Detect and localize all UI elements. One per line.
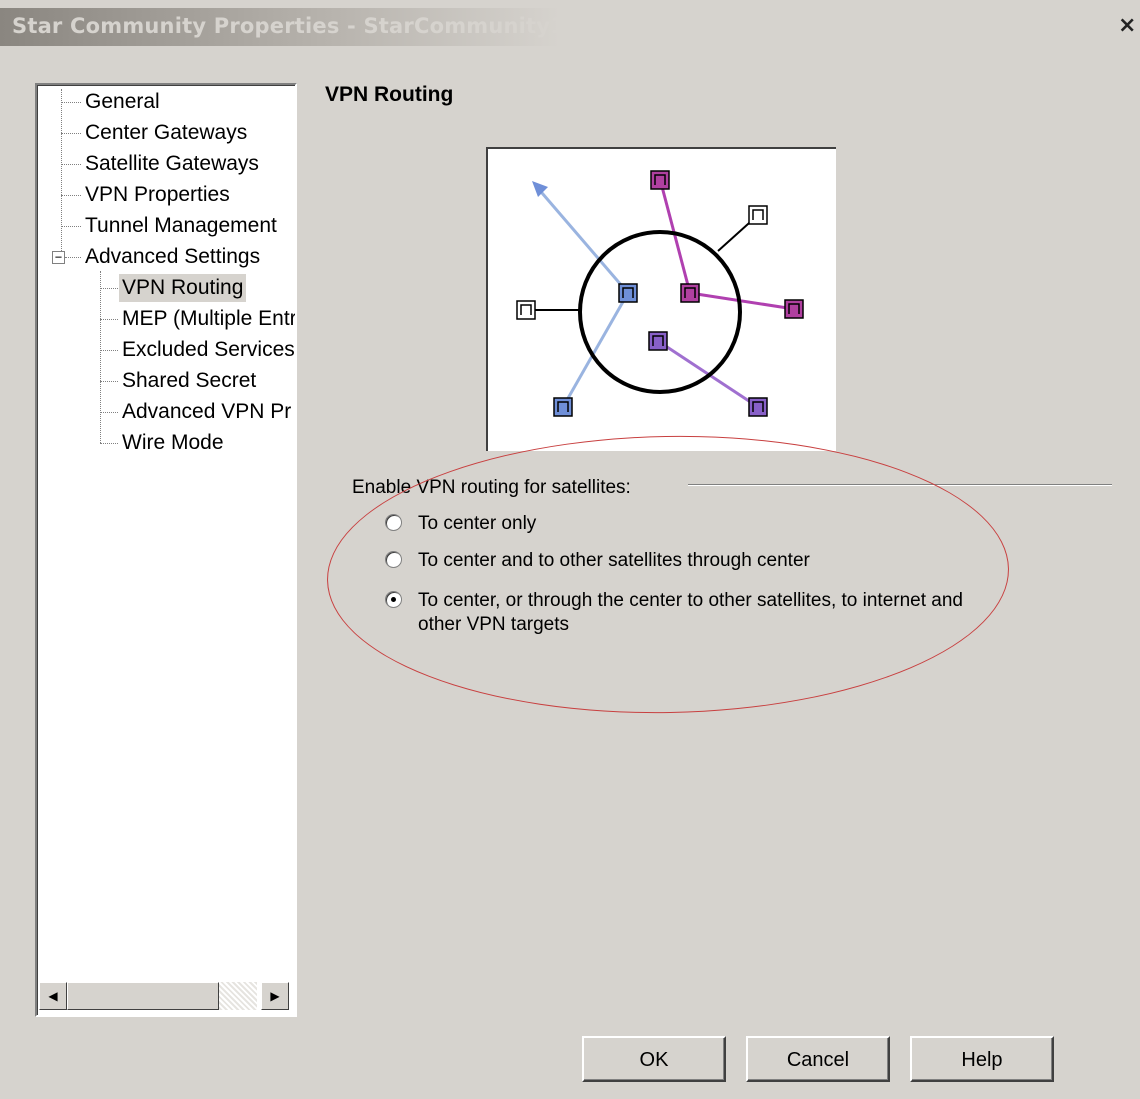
center-ring <box>578 230 742 394</box>
settings-tree[interactable]: − General Center Gateways Satellite Gate… <box>35 83 297 1017</box>
gateway-node-icon <box>748 205 768 225</box>
help-button[interactable]: Help <box>910 1036 1054 1082</box>
gateway-node-icon <box>516 300 536 320</box>
tree-item-vpn-routing[interactable]: VPN Routing <box>119 274 247 302</box>
tree-item-shared-secret[interactable]: Shared Secret <box>119 367 259 395</box>
tree-item-mep[interactable]: MEP (Multiple Entr <box>119 305 295 333</box>
cancel-button[interactable]: Cancel <box>746 1036 890 1082</box>
tree-connector <box>100 443 118 444</box>
tree-connector <box>100 288 118 289</box>
route-line <box>689 291 795 311</box>
horizontal-scrollbar[interactable]: ◀ ▶ <box>39 982 289 1010</box>
collapse-icon[interactable]: − <box>52 251 65 264</box>
scroll-right-icon[interactable]: ▶ <box>261 982 289 1010</box>
tree-connector <box>61 195 81 196</box>
tree-connector <box>61 133 81 134</box>
gateway-node-icon <box>618 283 638 303</box>
page-title: VPN Routing <box>325 83 454 106</box>
tree-item-advanced-settings[interactable]: Advanced Settings <box>82 243 263 271</box>
tree-connector <box>100 350 118 351</box>
tree-item-tunnel-management[interactable]: Tunnel Management <box>82 212 280 240</box>
tree-item-vpn-properties[interactable]: VPN Properties <box>82 181 233 209</box>
gateway-node-icon <box>748 397 768 417</box>
tree-connector <box>61 226 81 227</box>
gateway-node-icon <box>648 331 668 351</box>
highlight-annotation-ellipse <box>324 430 1012 719</box>
tree-item-center-gateways[interactable]: Center Gateways <box>82 119 250 147</box>
tree-connector <box>61 89 62 257</box>
tree-connector <box>100 271 101 443</box>
scroll-track[interactable] <box>67 982 257 1010</box>
tree-connector <box>100 412 118 413</box>
window-title: Star Community Properties - StarCommunit… <box>12 14 565 38</box>
gateway-node-icon <box>553 397 573 417</box>
tree-connector <box>100 319 118 320</box>
title-bar: Star Community Properties - StarCommunit… <box>0 0 1140 52</box>
gateway-node-icon <box>680 283 700 303</box>
tree-item-general[interactable]: General <box>82 88 163 116</box>
close-icon[interactable]: × <box>1118 12 1140 40</box>
tree-connector <box>100 381 118 382</box>
scroll-left-icon[interactable]: ◀ <box>39 982 67 1010</box>
vpn-routing-diagram <box>486 147 836 451</box>
scroll-thumb[interactable] <box>67 982 219 1010</box>
tree-item-satellite-gateways[interactable]: Satellite Gateways <box>82 150 262 178</box>
tree-item-wire-mode[interactable]: Wire Mode <box>119 429 227 457</box>
gateway-node-icon <box>650 170 670 190</box>
tree-item-excluded-services[interactable]: Excluded Services <box>119 336 295 364</box>
star-topology-illustration <box>516 170 804 417</box>
tree-connector <box>65 257 81 258</box>
arrow-head-icon <box>532 181 548 197</box>
ok-button[interactable]: OK <box>582 1036 726 1082</box>
tree-connector <box>61 164 81 165</box>
tree-item-advanced-vpn-properties[interactable]: Advanced VPN Pr <box>119 398 294 426</box>
gateway-node-icon <box>784 299 804 319</box>
tree-connector <box>61 102 81 103</box>
route-line <box>534 185 630 294</box>
